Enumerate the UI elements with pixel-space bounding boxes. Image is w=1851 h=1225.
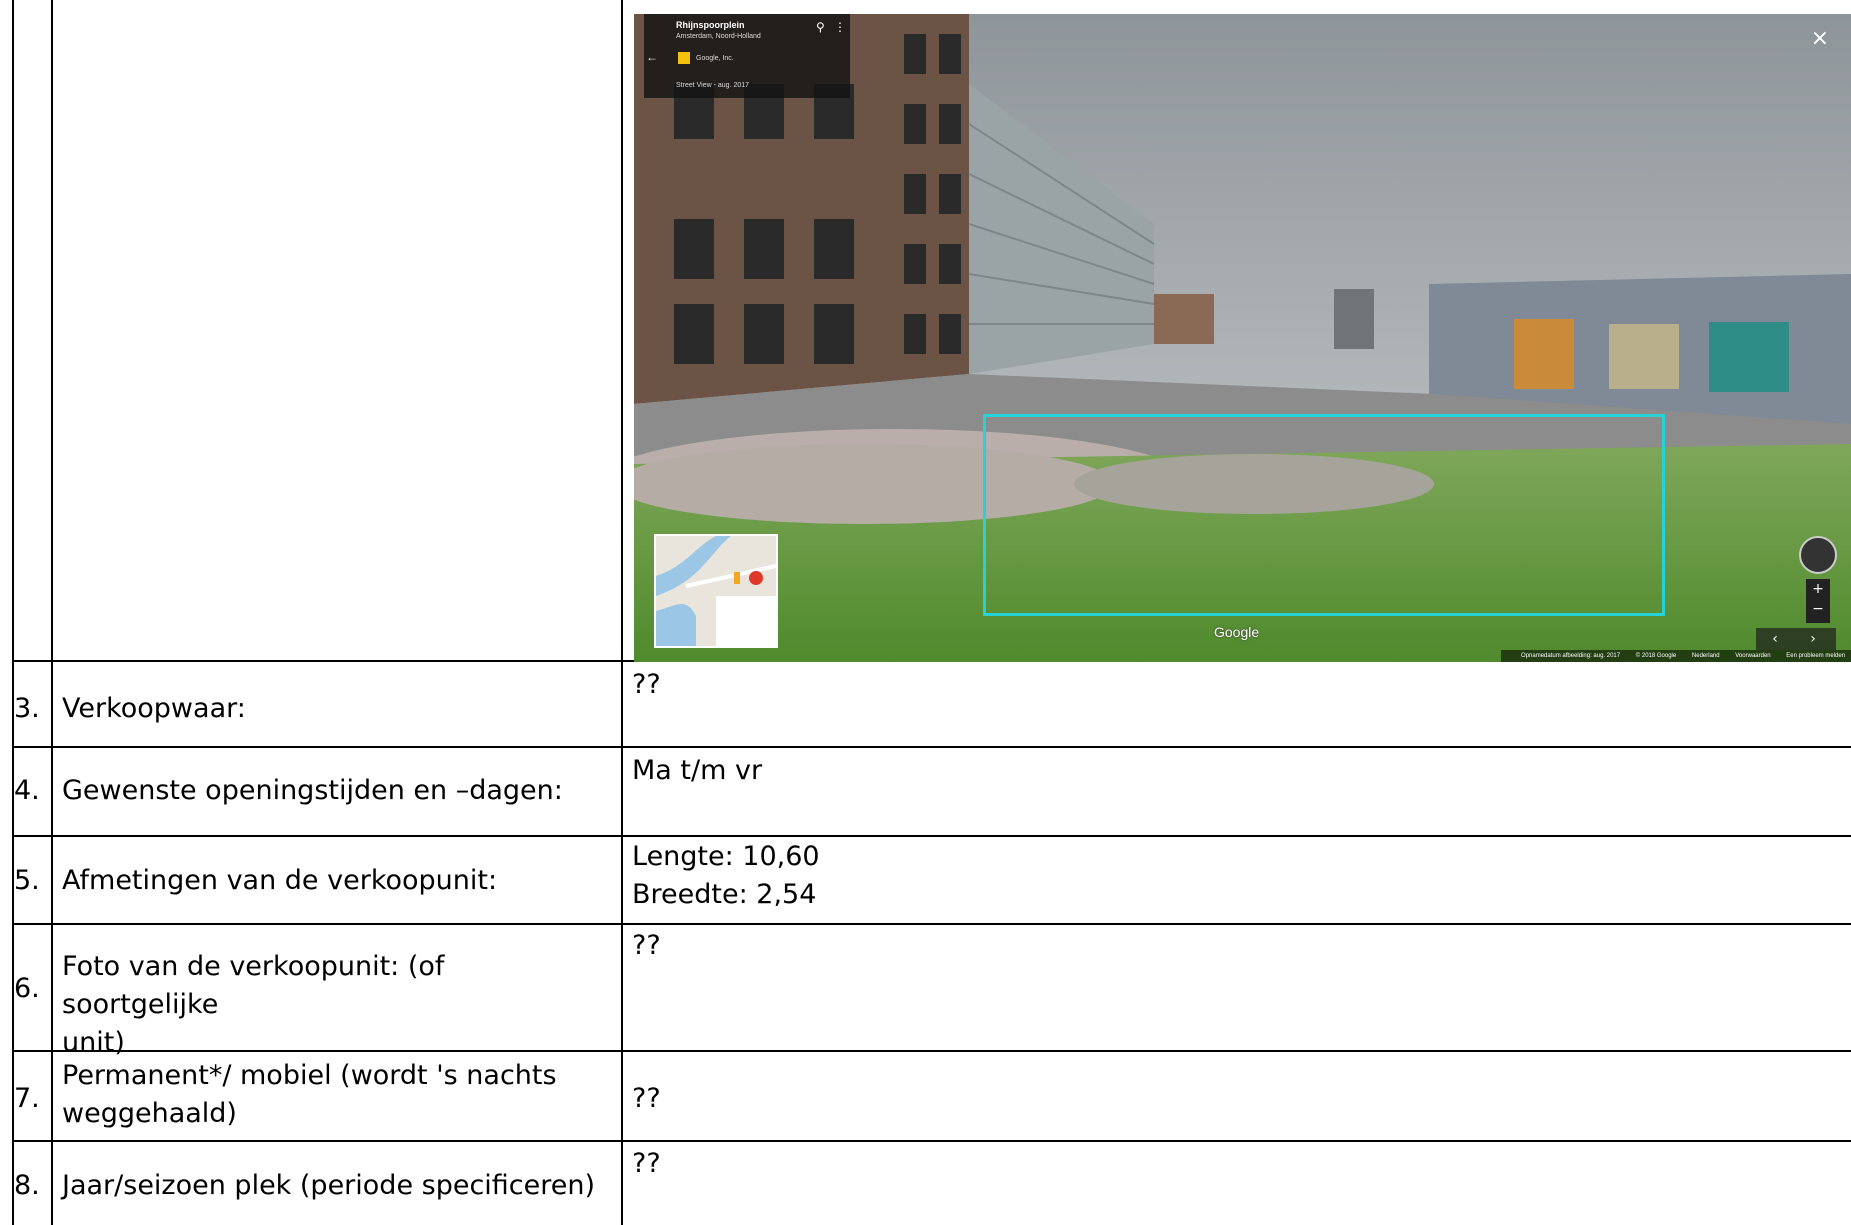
row-number: 7. xyxy=(14,1083,40,1114)
form-table: ← Rhijnspoorplein Amsterdam, Noord-Holla… xyxy=(0,0,1851,1225)
owner-label: Google, Inc. xyxy=(696,55,734,62)
minimap[interactable] xyxy=(654,534,778,648)
footer-terms-link[interactable]: Voorwaarden xyxy=(1735,653,1770,659)
footer-country: Nederland xyxy=(1691,653,1720,659)
row-value: Lengte: 10,60 Breedte: 2,54 xyxy=(632,838,1832,914)
minimap-drawing xyxy=(656,536,776,646)
length-value: Lengte: 10,60 xyxy=(632,841,820,872)
width-value: Breedte: 2,54 xyxy=(632,879,817,910)
streetview-image: ← Rhijnspoorplein Amsterdam, Noord-Holla… xyxy=(634,14,1851,662)
row-label: Foto van de verkoopunit: (of soortgelijk… xyxy=(62,948,602,1062)
row-value: ?? xyxy=(632,930,661,961)
row-divider xyxy=(12,1140,1851,1142)
close-icon[interactable]: × xyxy=(1811,26,1829,51)
highlight-box xyxy=(983,414,1665,616)
row-value: Ma t/m vr xyxy=(632,755,763,786)
table-border-mid xyxy=(621,0,623,1225)
table-border-num xyxy=(51,0,53,1225)
streetview-logo-icon xyxy=(678,52,690,64)
capture-date: Street View - aug. 2017 xyxy=(676,82,750,89)
google-watermark: Google xyxy=(1214,624,1260,640)
row-label: Gewenste openingstijden en –dagen: xyxy=(62,775,563,806)
pan-control[interactable]: ‹ › xyxy=(1756,628,1836,650)
more-menu-icon[interactable]: ⋮ xyxy=(834,20,846,34)
footer-copyright: © 2018 Google xyxy=(1635,653,1677,659)
footer-date: Opnamedatum afbeelding: aug. 2017 xyxy=(1521,653,1621,659)
row-divider xyxy=(12,923,1851,925)
row-label-line: Permanent*/ mobiel (wordt 's nachts xyxy=(62,1060,557,1091)
row-value: ?? xyxy=(632,1148,661,1179)
row-number: 3. xyxy=(14,693,40,724)
place-name: Rhijnspoorplein xyxy=(676,20,745,30)
row-number: 6. xyxy=(14,973,40,1004)
row-divider xyxy=(12,835,1851,837)
streetview-footer: Opnamedatum afbeelding: aug. 2017 © 2018… xyxy=(1501,650,1851,662)
row-label: Jaar/seizoen plek (periode specificeren) xyxy=(62,1170,596,1201)
row-divider xyxy=(12,746,1851,748)
zoom-in-icon[interactable]: + xyxy=(1806,579,1830,599)
zoom-control[interactable]: + − xyxy=(1806,579,1830,623)
row-label-line: weggehaald) xyxy=(62,1098,237,1129)
zoom-out-icon[interactable]: − xyxy=(1806,599,1830,619)
row-value: ?? xyxy=(632,669,661,700)
location-pin-icon[interactable]: ⚲ xyxy=(816,20,825,34)
compass-icon[interactable] xyxy=(1799,536,1837,574)
row-label: Afmetingen van de verkoopunit: xyxy=(62,865,498,896)
footer-report-link[interactable]: Een probleem melden xyxy=(1786,653,1845,659)
row-label: Permanent*/ mobiel (wordt 's nachts wegg… xyxy=(62,1057,602,1133)
table-border-left xyxy=(12,0,14,1225)
back-arrow-icon[interactable]: ← xyxy=(646,50,658,64)
row-number: 8. xyxy=(14,1170,40,1201)
row-number: 4. xyxy=(14,775,40,806)
pan-right-icon[interactable]: › xyxy=(1794,628,1832,650)
row-label: Verkoopwaar: xyxy=(62,693,246,724)
pan-left-icon[interactable]: ‹ xyxy=(1756,628,1794,650)
streetview-info-panel: ← Rhijnspoorplein Amsterdam, Noord-Holla… xyxy=(644,14,850,98)
row-value: ?? xyxy=(632,1083,661,1114)
row-number: 5. xyxy=(14,865,40,896)
place-subtitle: Amsterdam, Noord-Holland xyxy=(676,33,761,40)
row-label-line: Foto van de verkoopunit: (of soortgelijk… xyxy=(62,951,445,1020)
